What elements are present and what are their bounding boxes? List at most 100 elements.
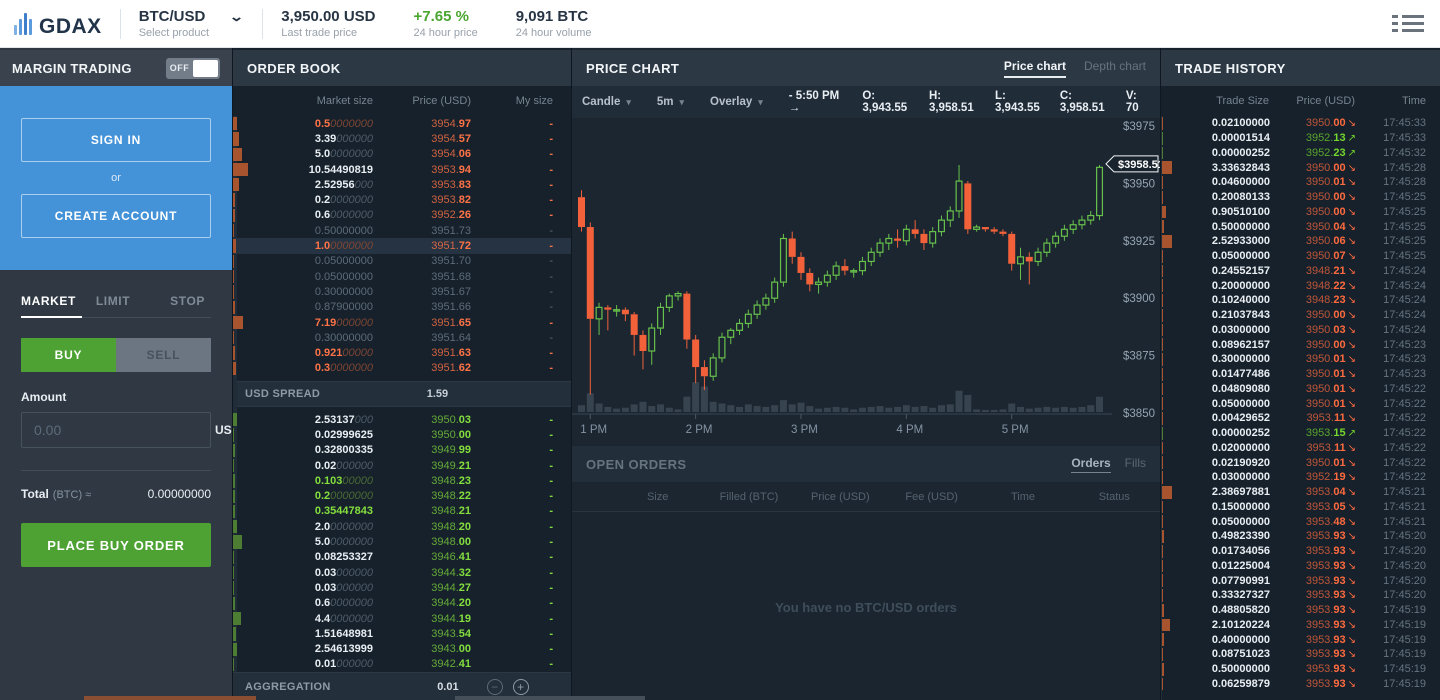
tab-limit[interactable]: LIMIT [82, 294, 143, 317]
sell-button[interactable]: SELL [116, 338, 211, 372]
order-size: 7.19000000 [233, 317, 373, 329]
tab-stop[interactable]: STOP [144, 294, 211, 317]
tab-orders[interactable]: Orders [1071, 456, 1110, 473]
order-book-ask-row[interactable]: 0.050000003951.70- [233, 254, 571, 269]
order-book-bid-row[interactable]: 0.010000003942.41- [233, 657, 571, 672]
order-book-ask-row[interactable]: 10.544908193953.94- [233, 162, 571, 177]
order-book-bid-row[interactable]: 0.354478433948.21- [233, 504, 571, 519]
order-book-bid-row[interactable]: 2.531370003950.03- [233, 412, 571, 427]
trade-price: 3950.00↘ [1270, 117, 1356, 129]
interval-dropdown[interactable]: 5m ▾ [657, 96, 684, 108]
aggregation-decrease-button[interactable]: − [487, 679, 503, 695]
order-book-ask-row[interactable]: 0.500000003951.73- [233, 223, 571, 238]
price-dec: 93 [1333, 648, 1345, 660]
my-size: - [471, 271, 571, 283]
product-selector[interactable]: BTC/USD ⌄ Select product [121, 8, 263, 39]
order-book-bid-row[interactable]: 0.029996253950.00- [233, 427, 571, 442]
chart-svg[interactable]: 1 PM2 PM3 PM4 PM5 PM$3975$3950$3925$3900… [572, 118, 1160, 444]
my-size: - [471, 347, 571, 359]
col-price-usd: Price (USD) [373, 95, 471, 107]
order-book-ask-row[interactable]: 1.000000003951.72- [233, 238, 571, 253]
chart-type-dropdown[interactable]: Candle ▾ [582, 96, 631, 108]
order-book-bid-row[interactable]: 4.400000003944.19- [233, 611, 571, 626]
buy-button[interactable]: BUY [21, 338, 116, 372]
price-int: 3950. [1306, 162, 1334, 174]
amount-input[interactable] [34, 422, 215, 438]
price-int: 3953. [1306, 412, 1334, 424]
trade-time: 17:45:24 [1356, 280, 1426, 292]
create-account-button[interactable]: CREATE ACCOUNT [21, 194, 211, 238]
order-book-bid-row[interactable]: 5.000000003948.00- [233, 534, 571, 549]
arrow-down-right-icon: ↘ [1348, 679, 1356, 690]
trade-side-tick [1162, 117, 1163, 130]
volume-bar [718, 404, 725, 413]
trade-time: 17:45:22 [1356, 442, 1426, 454]
order-book-bid-row[interactable]: 0.600000003944.20- [233, 596, 571, 611]
order-book-bid-row[interactable]: 0.030000003944.32- [233, 565, 571, 580]
price-dec: 22 [1333, 280, 1345, 292]
order-book-bid-row[interactable]: 0.103000003948.23- [233, 473, 571, 488]
order-price: 3951.68 [373, 271, 471, 283]
order-book-bid-row[interactable]: 0.082533273946.41- [233, 550, 571, 565]
order-book-bid-row[interactable]: 0.020000003949.21- [233, 458, 571, 473]
tab-price-chart[interactable]: Price chart [1004, 59, 1066, 78]
order-book-ask-row[interactable]: 5.000000003954.06- [233, 147, 571, 162]
candle-up [737, 323, 743, 330]
candle-down [622, 310, 629, 315]
order-book-ask-row[interactable]: 0.300000003951.64- [233, 330, 571, 345]
order-book-ask-row[interactable]: 0.300000003951.67- [233, 284, 571, 299]
order-book-bid-row[interactable]: 0.328003353949.99- [233, 443, 571, 458]
order-book-ask-row[interactable]: 0.500000003954.97- [233, 116, 571, 131]
order-book-ask-row[interactable]: 7.190000003951.65- [233, 315, 571, 330]
place-buy-order-button[interactable]: PLACE BUY ORDER [21, 523, 211, 567]
sign-in-button[interactable]: SIGN IN [21, 118, 211, 162]
depth-bar [233, 117, 237, 130]
tab-market[interactable]: MARKET [21, 294, 82, 318]
trade-side-tick [1162, 648, 1163, 661]
trade-time: 17:45:20 [1356, 575, 1426, 587]
volume-bar [604, 407, 611, 412]
my-size: - [471, 209, 571, 221]
depth-bar [233, 301, 235, 314]
order-book-ask-row[interactable]: 0.050000003951.68- [233, 269, 571, 284]
depth-bar [233, 459, 234, 472]
order-book-bid-row[interactable]: 2.546139993943.00- [233, 642, 571, 657]
order-book-ask-row[interactable]: 2.529560003953.83- [233, 177, 571, 192]
order-price: 3951.62 [373, 362, 471, 374]
order-book-bid-row[interactable]: 0.030000003944.27- [233, 580, 571, 595]
price-dec: 07 [1333, 250, 1345, 262]
candle-up [1053, 236, 1059, 243]
order-book-ask-row[interactable]: 0.879000003951.66- [233, 300, 571, 315]
order-book-ask-row[interactable]: 0.300000003951.62- [233, 361, 571, 376]
order-book-bid-row[interactable]: 0.200000003948.22- [233, 489, 571, 504]
tab-fills[interactable]: Fills [1125, 456, 1146, 473]
trade-price: 3953.93↘ [1270, 560, 1356, 572]
order-book-bid-row[interactable]: 2.000000003948.20- [233, 519, 571, 534]
trade-row: 0.048090803950.01↘17:45:22 [1162, 382, 1440, 397]
trade-price: 3950.01↘ [1270, 398, 1356, 410]
price-int: 3950. [1306, 117, 1334, 129]
trade-row: 0.087510233953.93↘17:45:19 [1162, 647, 1440, 662]
order-size-zeros: 0000000 [330, 194, 373, 206]
depth-bar [233, 362, 236, 375]
order-book-bid-row[interactable]: 1.516489813943.54- [233, 626, 571, 641]
candle-down [683, 294, 690, 340]
candle-up [781, 239, 787, 283]
aggregation-increase-button[interactable]: + [513, 679, 529, 695]
order-book-ask-row[interactable]: 0.200000003953.82- [233, 192, 571, 207]
tab-depth-chart[interactable]: Depth chart [1084, 59, 1146, 78]
menu-icon[interactable] [1392, 11, 1424, 36]
trade-size: 0.06259879 [1162, 678, 1270, 690]
order-size: 10.54490819 [233, 164, 373, 176]
volume-bar [789, 404, 796, 412]
trade-size: 2.38697881 [1162, 486, 1270, 498]
margin-trading-toggle[interactable]: OFF [166, 58, 220, 79]
order-book-ask-row[interactable]: 0.921000003951.63- [233, 345, 571, 360]
order-book-ask-row[interactable]: 0.600000003952.26- [233, 208, 571, 223]
overlay-dropdown[interactable]: Overlay ▾ [710, 96, 763, 108]
candlestick-chart[interactable]: 1 PM2 PM3 PM4 PM5 PM$3975$3950$3925$3900… [572, 118, 1160, 444]
order-book-ask-row[interactable]: 3.390000003954.57- [233, 131, 571, 146]
arrow-down-right-icon: ↘ [1348, 354, 1356, 365]
volume-bar [666, 408, 673, 412]
trade-row: 0.150000003953.05↘17:45:21 [1162, 500, 1440, 515]
